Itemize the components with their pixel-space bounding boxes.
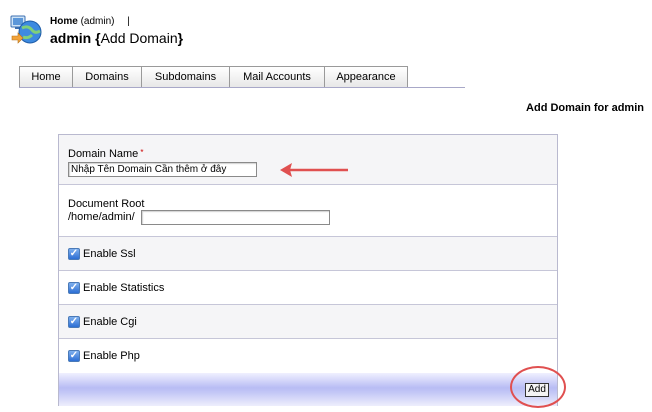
enable-statistics-option: ✓ Enable Statistics — [68, 282, 164, 294]
enable-php-option: ✓ Enable Php — [68, 350, 140, 362]
document-root-prefix: /home/admin/ — [68, 211, 135, 223]
page-title-close-brace: } — [177, 30, 184, 46]
enable-php-label: Enable Php — [83, 350, 140, 362]
enable-cgi-row: ✓ Enable Cgi — [59, 305, 557, 339]
tab-underline — [19, 87, 465, 88]
enable-php-checkbox[interactable]: ✓ — [68, 350, 80, 362]
tab-appearance[interactable]: Appearance — [324, 66, 408, 88]
tab-home[interactable]: Home — [19, 66, 73, 88]
tab-mail-accounts[interactable]: Mail Accounts — [229, 66, 325, 88]
enable-cgi-checkbox[interactable]: ✓ — [68, 316, 80, 328]
enable-ssl-option: ✓ Enable Ssl — [68, 248, 136, 260]
tab-domains[interactable]: Domains — [72, 66, 142, 88]
document-root-label: Document Root — [68, 198, 145, 210]
required-mark: * — [140, 148, 144, 157]
breadcrumb: Home (admin) | — [50, 16, 130, 27]
enable-ssl-row: ✓ Enable Ssl — [59, 237, 557, 271]
breadcrumb-user: (admin) — [80, 16, 115, 27]
add-button[interactable]: Add — [525, 383, 549, 397]
enable-cgi-label: Enable Cgi — [83, 316, 137, 328]
enable-ssl-checkbox[interactable]: ✓ — [68, 248, 80, 260]
section-title: Add Domain for admin — [526, 102, 644, 114]
page-title-sub: Add Domain — [100, 30, 178, 46]
domain-name-label: Domain Name * — [68, 148, 144, 160]
document-root-input[interactable] — [141, 210, 330, 225]
tab-subdomains[interactable]: Subdomains — [141, 66, 230, 88]
add-domain-form: Domain Name * Nhập Tên Domain Cần thêm ở … — [58, 134, 558, 406]
document-root-row: Document Root /home/admin/ — [59, 185, 557, 237]
enable-statistics-label: Enable Statistics — [83, 282, 165, 294]
enable-statistics-checkbox[interactable]: ✓ — [68, 282, 80, 294]
enable-statistics-row: ✓ Enable Statistics — [59, 271, 557, 305]
form-footer-bar: Add — [59, 373, 557, 406]
domain-name-row: Domain Name * Nhập Tên Domain Cần thêm ở … — [59, 135, 557, 185]
enable-cgi-option: ✓ Enable Cgi — [68, 316, 137, 328]
breadcrumb-separator: | — [127, 16, 130, 27]
domain-name-input[interactable]: Nhập Tên Domain Cần thêm ở đây — [68, 162, 257, 177]
page-title: admin {Add Domain} — [50, 30, 183, 46]
breadcrumb-home-link[interactable]: Home — [50, 16, 78, 27]
page-title-main: admin — [50, 30, 92, 46]
enable-php-row: ✓ Enable Php — [59, 339, 557, 373]
globe-computer-icon — [10, 15, 42, 44]
enable-ssl-label: Enable Ssl — [83, 248, 136, 260]
tab-bar: Home Domains Subdomains Mail Accounts Ap… — [19, 66, 408, 88]
